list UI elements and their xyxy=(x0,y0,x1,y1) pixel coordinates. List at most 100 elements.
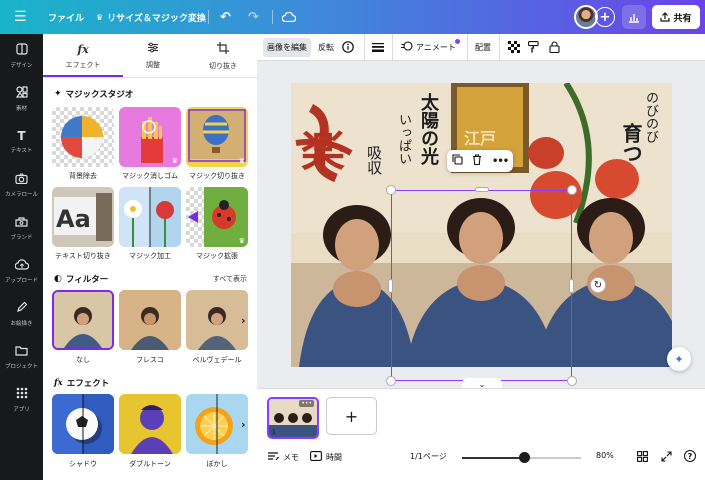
magic-expand-tile[interactable]: ♛ xyxy=(186,187,248,247)
zoom-value[interactable]: 80% xyxy=(596,451,614,460)
portrait-thumb xyxy=(119,290,181,350)
trash-icon[interactable] xyxy=(472,154,482,168)
duotone-portrait-image xyxy=(119,394,181,454)
effect-heading: fx エフェクト xyxy=(54,377,109,389)
elements-icon xyxy=(15,86,28,100)
resize-handle-top[interactable] xyxy=(475,187,489,192)
magic-assistant-icon[interactable]: ✦ xyxy=(667,347,691,371)
rail-camera-roll[interactable]: カメラロール xyxy=(0,165,43,205)
magic-eraser-tile[interactable]: ♛ xyxy=(119,107,181,167)
rail-label: カメラロール xyxy=(4,191,38,198)
filter-none-tile[interactable] xyxy=(52,290,114,350)
resize-handle-br[interactable] xyxy=(567,376,577,386)
resize-handle-left[interactable] xyxy=(388,279,393,293)
notes-button[interactable]: メモ xyxy=(267,451,299,463)
zoom-slider-thumb[interactable] xyxy=(518,452,530,463)
tab-effects[interactable]: fx エフェクト xyxy=(43,34,123,78)
portrait-thumb xyxy=(186,290,248,350)
rail-design[interactable]: デザイン xyxy=(0,36,43,76)
line-weight-icon[interactable] xyxy=(372,34,384,60)
more-icon[interactable]: ••• xyxy=(299,400,314,407)
bottom-bar: 1 ••• + メモ 時間 1/1ページ 80% ? xyxy=(257,388,705,480)
duplicate-icon[interactable] xyxy=(452,154,463,168)
text-cutout-tile[interactable]: Aa xyxy=(52,187,114,247)
rail-apps[interactable]: アプリ xyxy=(0,380,43,420)
divider xyxy=(43,77,257,78)
edit-image-button[interactable]: 画像を編集 xyxy=(263,38,311,57)
page-thumbnail[interactable]: 1 ••• xyxy=(267,397,319,439)
selection-box[interactable] xyxy=(391,190,572,381)
rail-brand[interactable]: ブランド xyxy=(0,208,43,248)
rail-text[interactable]: T テキスト xyxy=(0,122,43,162)
chevron-right-icon[interactable]: › xyxy=(241,314,246,327)
tab-label: 調整 xyxy=(146,61,160,69)
rotate-icon[interactable]: ↻ xyxy=(590,277,606,293)
notes-label: メモ xyxy=(283,452,299,462)
resize-handle-right[interactable] xyxy=(569,279,574,293)
chevron-right-icon[interactable]: › xyxy=(241,418,246,431)
undo-icon[interactable]: ↶ xyxy=(220,0,231,34)
crown-icon: ♛ xyxy=(96,12,104,22)
insights-button[interactable] xyxy=(622,5,646,29)
resize-handle-bl[interactable] xyxy=(386,376,396,386)
position-button[interactable]: 配置 xyxy=(475,34,491,60)
tile-label: ダブルトーン xyxy=(129,460,171,468)
flip-button[interactable]: 反転 xyxy=(318,34,334,60)
paint-roller-icon[interactable] xyxy=(528,34,539,60)
effects-panel: fx エフェクト 調整 切り抜き ✦ マジックスタジオ ♛ 背景除去 ♛ マジッ… xyxy=(43,34,257,480)
divider xyxy=(392,34,393,60)
filter-fresco-tile[interactable] xyxy=(119,290,181,350)
lock-icon[interactable] xyxy=(549,34,560,60)
timer-button[interactable]: 時間 xyxy=(310,451,342,463)
rail-label: お絵描き xyxy=(10,321,33,327)
effect-blur-tile[interactable] xyxy=(186,394,248,454)
grid-view-icon[interactable] xyxy=(637,451,648,462)
transparency-icon[interactable] xyxy=(508,34,520,60)
file-menu[interactable]: ファイル xyxy=(48,0,84,34)
help-icon[interactable]: ? xyxy=(684,450,696,462)
tile-label: マジック加工 xyxy=(129,252,171,260)
tile-label: なし xyxy=(76,356,90,364)
resize-handle-tl[interactable] xyxy=(386,185,396,195)
resize-button[interactable]: ♛ リサイズ＆マジック変換 xyxy=(96,0,206,34)
info-icon[interactable] xyxy=(342,34,354,60)
brand-icon xyxy=(15,216,28,229)
tile-label: ベルヴェデール xyxy=(192,356,242,364)
add-page-button[interactable]: + xyxy=(326,397,377,435)
photo-text: 楽 xyxy=(301,126,345,177)
divider xyxy=(467,34,468,60)
menu-icon[interactable]: ☰ xyxy=(14,0,27,34)
upload-share-icon xyxy=(660,12,671,22)
magic-grab-tile[interactable]: ♛ xyxy=(186,107,248,167)
see-all-link[interactable]: すべて表示 xyxy=(213,274,247,284)
timer-label: 時間 xyxy=(326,452,342,462)
side-rail: デザイン 素材 T テキスト カメラロール ブランド アップロード お絵描き プ… xyxy=(0,34,43,480)
rail-upload[interactable]: アップロード xyxy=(0,251,43,291)
tab-adjust[interactable]: 調整 xyxy=(123,34,183,78)
animate-button[interactable]: アニメート xyxy=(401,34,456,60)
resize-label: リサイズ＆マジック変換 xyxy=(107,13,206,24)
filter-belvedere-tile[interactable] xyxy=(186,290,248,350)
effect-shadow-tile[interactable] xyxy=(52,394,114,454)
effect-duotone-tile[interactable] xyxy=(119,394,181,454)
rail-draw[interactable]: お絵描き xyxy=(0,294,43,334)
rail-elements[interactable]: 素材 xyxy=(0,79,43,119)
fullscreen-icon[interactable] xyxy=(661,451,672,462)
animate-icon xyxy=(401,41,413,53)
magic-bg-remove-tile[interactable]: ♛ xyxy=(52,107,114,167)
cloud-save-icon[interactable] xyxy=(282,0,296,34)
magic-edit-tile[interactable] xyxy=(119,187,181,247)
photo-text: 吸収 xyxy=(365,145,383,175)
new-dot-badge xyxy=(455,39,460,44)
redo-icon[interactable]: ↷ xyxy=(248,0,259,34)
share-button[interactable]: 共有 xyxy=(652,5,700,29)
section-title: エフェクト xyxy=(66,379,110,389)
rail-projects[interactable]: プロジェクト xyxy=(0,337,43,377)
more-icon[interactable]: ••• xyxy=(492,156,509,167)
rail-label: アップロード xyxy=(4,277,38,284)
tile-label: テキスト切り抜き xyxy=(55,252,111,260)
add-collaborator-icon[interactable]: + xyxy=(595,7,615,27)
resize-handle-tr[interactable] xyxy=(567,185,577,195)
tab-crop[interactable]: 切り抜き xyxy=(193,34,253,78)
tile-label: マジック消しゴム xyxy=(122,172,178,180)
